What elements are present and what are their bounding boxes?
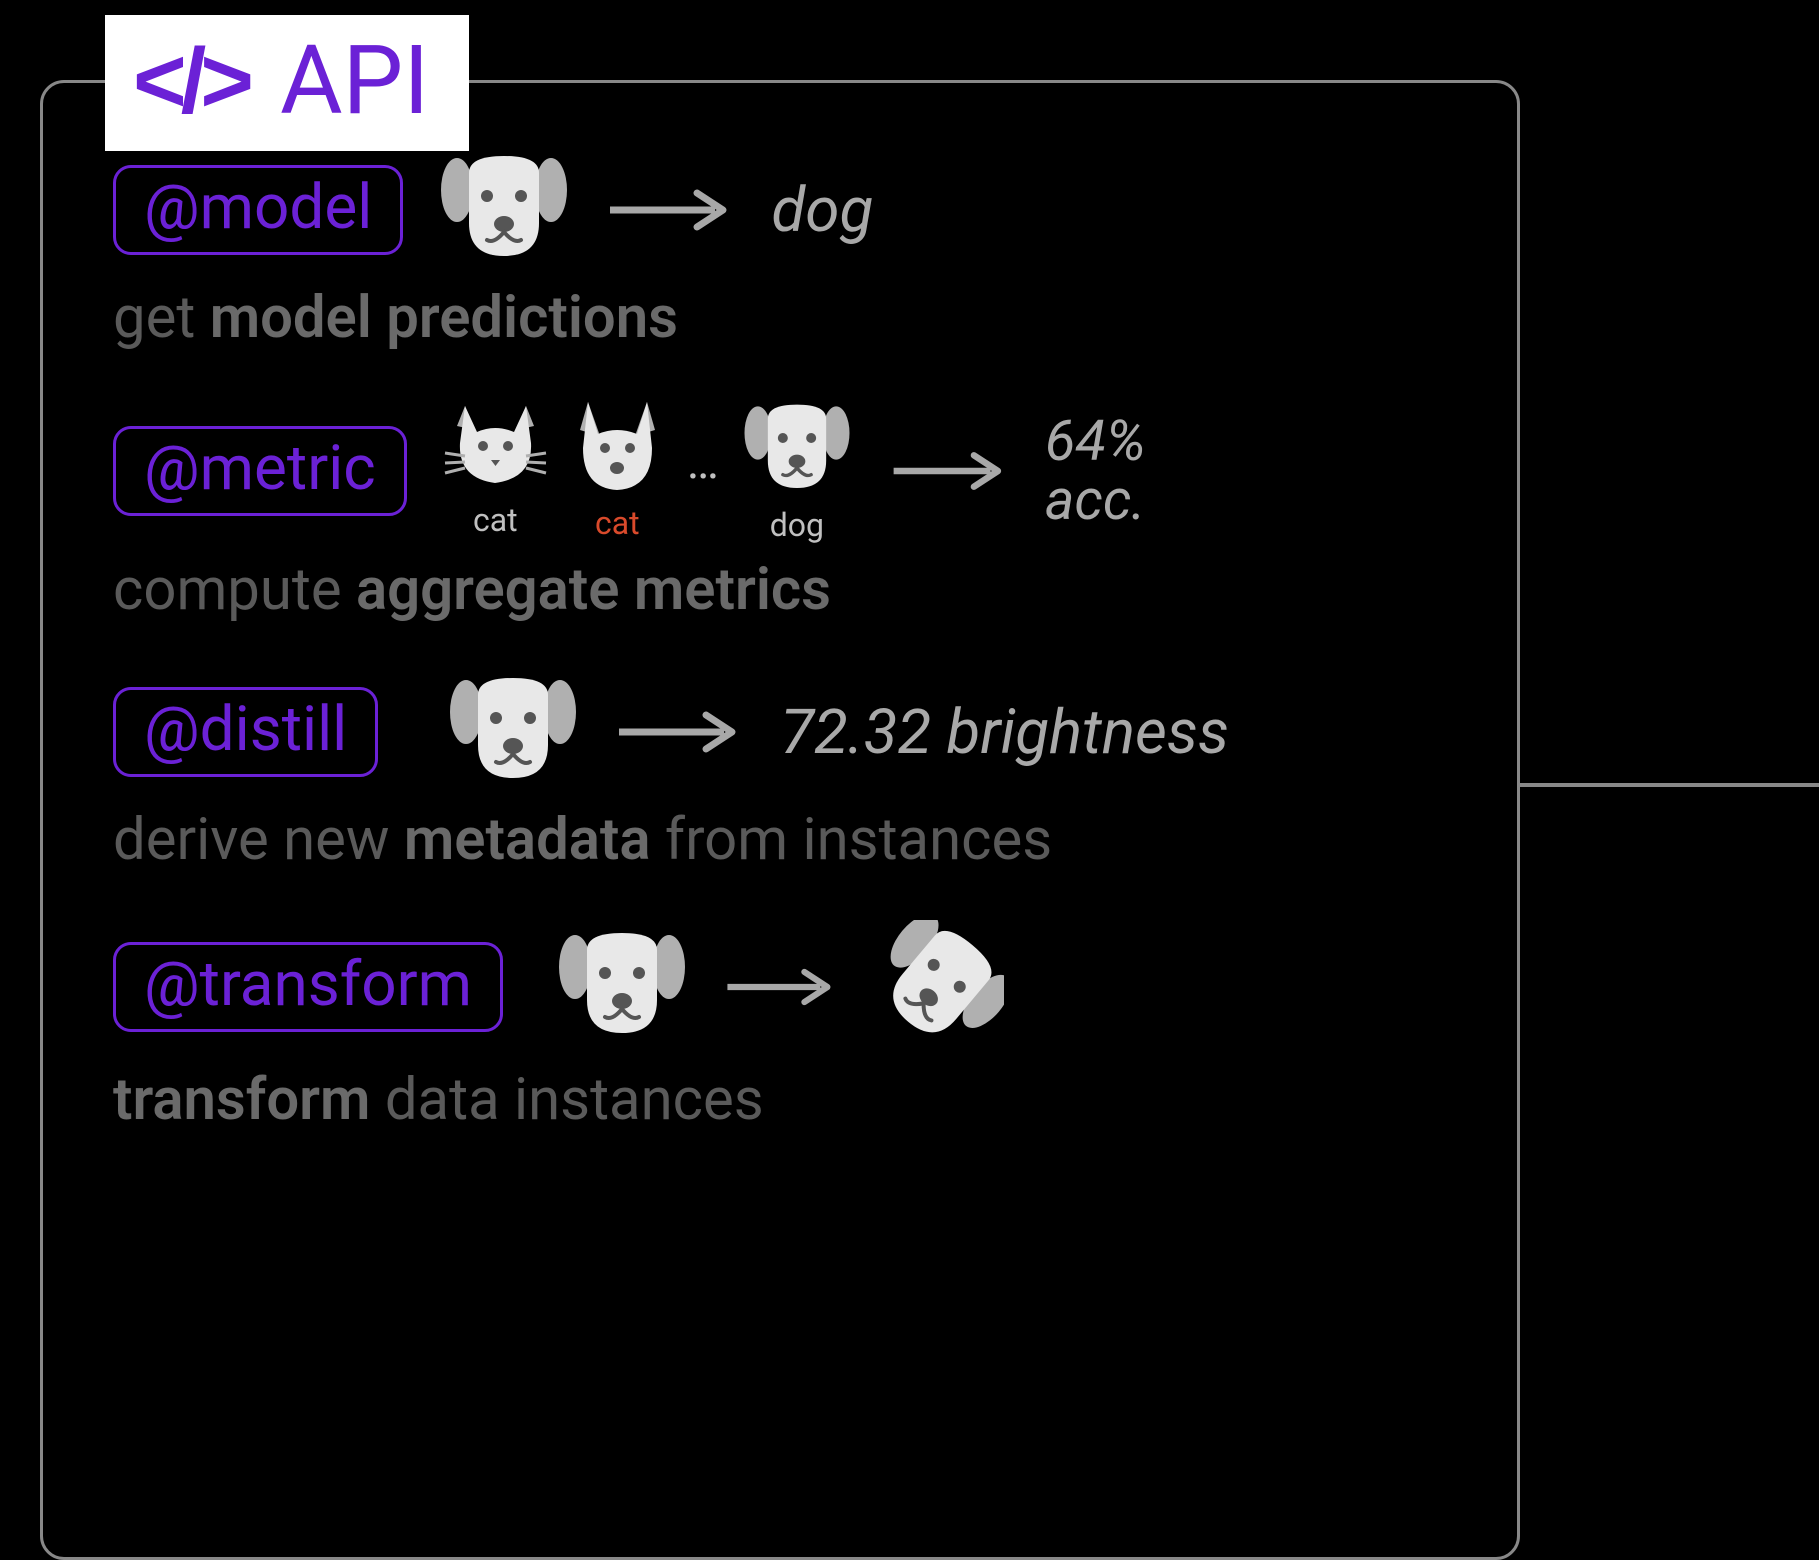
api-panel: </> API @model	[40, 80, 1520, 1560]
row-metric-example: @metric	[113, 398, 1447, 544]
transform-description: transform data instances	[113, 1066, 1447, 1134]
label-cat-error: cat	[595, 504, 640, 542]
arrow-icon	[889, 446, 1009, 496]
decorator-metric: @metric	[113, 426, 407, 516]
model-output: dog	[771, 174, 873, 247]
decorator-model: @model	[113, 165, 403, 255]
row-transform: @transform	[113, 920, 1447, 1134]
distill-description: derive new metadata from instances	[113, 806, 1447, 874]
dog-pointy-icon	[570, 398, 665, 500]
dog-icon	[448, 670, 578, 794]
metric-output: 64% acc.	[1045, 412, 1146, 530]
ellipsis: …	[687, 433, 719, 490]
arrow-icon	[605, 185, 735, 235]
metric-description: compute aggregate metrics	[113, 556, 1447, 624]
arrow-icon	[614, 707, 744, 757]
label-cat: cat	[473, 501, 518, 539]
metric-desc-bold: aggregate metrics	[356, 556, 831, 624]
row-transform-example: @transform	[113, 920, 1447, 1054]
metric-samples: cat cat …	[443, 398, 853, 544]
sample-dog-correct: dog	[741, 398, 853, 544]
model-desc-plain: get	[113, 284, 210, 352]
row-model: @model dog	[113, 148, 1447, 352]
metric-output-line2: acc.	[1045, 471, 1146, 530]
dog-icon	[439, 148, 569, 272]
row-metric: @metric	[113, 398, 1447, 624]
dog-icon	[557, 925, 687, 1049]
metric-desc-plain: compute	[113, 556, 356, 624]
row-distill: @distill 72.32 brigh	[113, 670, 1447, 874]
dog-rotated-icon	[874, 920, 1004, 1054]
row-distill-example: @distill 72.32 brigh	[113, 670, 1447, 794]
api-title-text: API	[280, 25, 429, 137]
transform-desc-bold: transform	[113, 1066, 370, 1134]
label-dog: dog	[770, 506, 824, 544]
dog-icon	[741, 398, 853, 502]
metric-output-line1: 64%	[1045, 412, 1146, 471]
decorator-transform: @transform	[113, 942, 503, 1032]
cat-icon	[443, 398, 548, 497]
distill-desc-plain2: from instances	[651, 806, 1053, 874]
code-icon: </>	[133, 29, 248, 134]
sample-dog-misclassified: cat	[570, 398, 665, 542]
row-model-example: @model dog	[113, 148, 1447, 272]
panel-title: </> API	[105, 15, 469, 151]
arrow-icon	[723, 962, 838, 1012]
model-desc-bold: model predictions	[210, 284, 678, 352]
distill-desc-bold: metadata	[404, 806, 651, 874]
transform-desc-plain2: data instances	[370, 1066, 763, 1134]
distill-desc-plain1: derive new	[113, 806, 404, 874]
distill-output: 72.32 brightness	[780, 696, 1229, 769]
decorator-distill: @distill	[113, 687, 378, 777]
sample-cat-correct: cat	[443, 398, 548, 539]
connector-line	[1517, 783, 1819, 787]
model-description: get model predictions	[113, 284, 1447, 352]
